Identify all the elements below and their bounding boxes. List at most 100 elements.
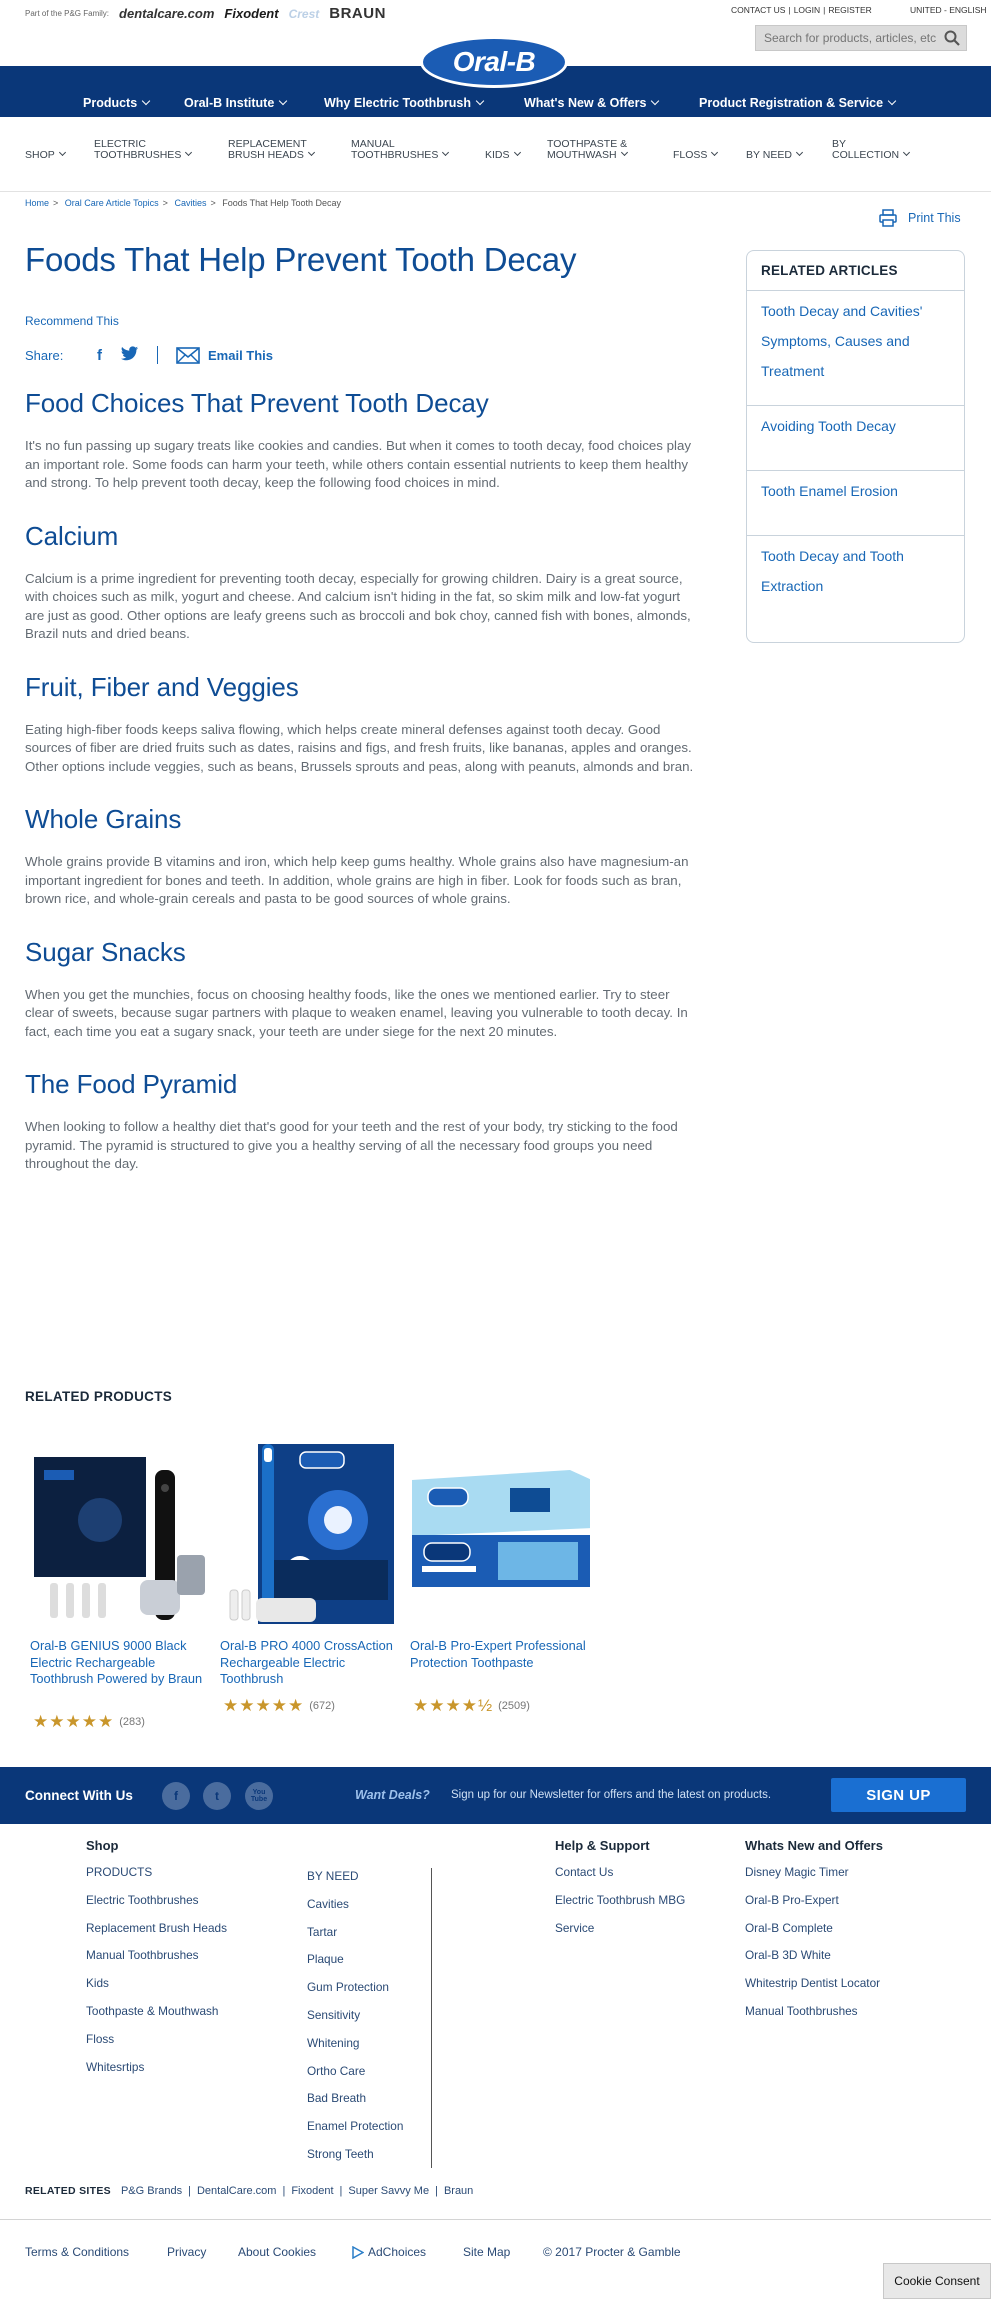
footer-link[interactable]: Floss (86, 2026, 227, 2054)
nav-product-registration[interactable]: Product Registration & Service (699, 96, 897, 110)
cookie-consent-button[interactable]: Cookie Consent (883, 2263, 991, 2299)
product-name[interactable]: Oral-B GENIUS 9000 Black Electric Rechar… (30, 1638, 210, 1688)
fixodent-logo[interactable]: Fixodent (224, 6, 278, 21)
footer-link[interactable]: Electric Toothbrushes (86, 1887, 227, 1915)
terms-link[interactable]: Terms & Conditions (25, 2245, 129, 2259)
product-image-genius[interactable] (30, 1440, 210, 1630)
product-image-pro-expert[interactable] (410, 1440, 592, 1630)
footer-link[interactable]: Kids (86, 1970, 227, 1998)
related-article-link[interactable]: Tooth Enamel Erosion (747, 471, 964, 536)
section-heading: Food Choices That Prevent Tooth Decay (25, 388, 489, 418)
breadcrumb-home[interactable]: Home (25, 198, 49, 208)
related-sites-label: RELATED SITES (25, 2185, 111, 2197)
related-article-link[interactable]: Tooth Decay and Tooth Extraction (747, 536, 964, 626)
product-image-pro4000[interactable] (220, 1440, 400, 1630)
cat-replacement-brush-heads[interactable]: REPLACEMENT BRUSH HEADS (228, 139, 315, 161)
footer-link[interactable]: PRODUCTS (86, 1859, 227, 1887)
footer-by-need-column: BY NEED Cavities Tartar Plaque Gum Prote… (307, 1863, 403, 2169)
footer-link[interactable]: Manual Toothbrushes (86, 1942, 227, 1970)
breadcrumb-article-topics[interactable]: Oral Care Article Topics (65, 198, 159, 208)
related-articles-panel: RELATED ARTICLES Tooth Decay and Cavitie… (746, 250, 965, 643)
nav-whats-new[interactable]: What's New & Offers (524, 96, 660, 110)
cat-toothpaste-mouthwash[interactable]: TOOTHPASTE & MOUTHWASH (547, 139, 628, 161)
email-share-link[interactable]: Email This (176, 346, 273, 364)
footer-link[interactable]: Manual Toothbrushes (745, 1998, 883, 2026)
recommend-link[interactable]: Recommend This (25, 314, 119, 328)
cat-electric-toothbrushes[interactable]: ELECTRIC TOOTHBRUSHES (94, 139, 193, 161)
product-name[interactable]: Oral-B Pro-Expert Professional Protectio… (410, 1638, 590, 1671)
search-input[interactable] (756, 26, 936, 50)
braun-logo[interactable]: BRAUN (329, 5, 386, 22)
footer-link[interactable]: Enamel Protection (307, 2113, 403, 2141)
cat-shop[interactable]: SHOP (25, 148, 66, 161)
related-site-link[interactable]: Super Savvy Me (348, 2185, 429, 2197)
footer-link[interactable]: Plaque (307, 1946, 403, 1974)
facebook-share-icon[interactable]: f (97, 347, 121, 364)
footer-link[interactable]: Oral-B 3D White (745, 1942, 883, 1970)
country-selector[interactable]: UNITED - ENGLISH (910, 5, 987, 15)
related-site-link[interactable]: P&G Brands (121, 2185, 182, 2197)
footer-link[interactable]: Toothpaste & Mouthwash (86, 1998, 227, 2026)
footer-link[interactable]: Cavities (307, 1891, 403, 1919)
envelope-icon (176, 346, 200, 364)
section-paragraph: Calcium is a prime ingredient for preven… (25, 570, 691, 642)
nav-oral-b-institute[interactable]: Oral-B Institute (184, 96, 288, 110)
cat-floss[interactable]: FLOSS (673, 148, 719, 161)
youtube-icon[interactable]: You Tube (245, 1782, 273, 1810)
footer-link[interactable]: Sensitivity (307, 2002, 403, 2030)
footer-link[interactable]: BY NEED (307, 1863, 403, 1891)
footer-link[interactable]: Oral-B Complete (745, 1915, 883, 1943)
contact-us-link[interactable]: CONTACT US (731, 5, 785, 15)
nav-why-electric[interactable]: Why Electric Toothbrush (324, 96, 485, 110)
footer-link[interactable]: Electric Toothbrush MBG (555, 1887, 685, 1915)
register-link[interactable]: REGISTER (828, 5, 871, 15)
footer-link[interactable]: Gum Protection (307, 1974, 403, 2002)
footer-link[interactable]: Disney Magic Timer (745, 1859, 883, 1887)
pg-family-bar: Part of the P&G Family: dentalcare.com F… (25, 5, 386, 22)
related-site-link[interactable]: Braun (444, 2185, 473, 2197)
footer-link[interactable]: Whitening (307, 2030, 403, 2058)
nav-products[interactable]: Products (83, 96, 151, 110)
footer-link[interactable]: Bad Breath (307, 2085, 403, 2113)
privacy-link[interactable]: Privacy (167, 2245, 206, 2259)
twitter-share-icon[interactable] (121, 346, 151, 364)
footer-link[interactable]: Contact Us (555, 1859, 685, 1887)
rating-stars: ★★★★½ (413, 1696, 494, 1715)
section-heading: The Food Pyramid (25, 1069, 238, 1099)
related-article-link[interactable]: Tooth Decay and Cavities' Symptoms, Caus… (747, 291, 964, 406)
print-button[interactable]: Print This (878, 208, 961, 228)
footer-link[interactable]: Ortho Care (307, 2058, 403, 2086)
footer-link[interactable]: Whitesrtips (86, 2054, 227, 2082)
related-article-link[interactable]: Avoiding Tooth Decay (747, 406, 964, 471)
search-icon[interactable] (944, 30, 960, 46)
product-card[interactable]: Oral-B GENIUS 9000 Black Electric Rechar… (30, 1440, 210, 1731)
adchoices-link[interactable]: AdChoices (352, 2245, 426, 2259)
login-link[interactable]: LOGIN (794, 5, 820, 15)
related-site-link[interactable]: Fixodent (291, 2185, 333, 2197)
facebook-icon[interactable]: f (162, 1782, 190, 1810)
cat-kids[interactable]: KIDS (485, 148, 521, 161)
section-heading: Sugar Snacks (25, 936, 186, 967)
cat-by-collection[interactable]: BY COLLECTION (832, 139, 911, 161)
footer-rule (0, 2219, 991, 2220)
cat-by-need[interactable]: BY NEED (746, 148, 803, 161)
related-site-link[interactable]: DentalCare.com (197, 2185, 276, 2197)
product-card[interactable]: Oral-B PRO 4000 CrossAction Rechargeable… (220, 1440, 400, 1715)
product-name[interactable]: Oral-B PRO 4000 CrossAction Rechargeable… (220, 1638, 400, 1688)
dentalcare-logo[interactable]: dentalcare.com (119, 6, 214, 21)
footer-link[interactable]: Oral-B Pro-Expert (745, 1887, 883, 1915)
footer-link[interactable]: Service (555, 1915, 685, 1943)
oral-b-logo[interactable]: Oral-B (420, 36, 568, 88)
cat-manual-toothbrushes[interactable]: MANUAL TOOTHBRUSHES (351, 139, 450, 161)
about-cookies-link[interactable]: About Cookies (238, 2245, 316, 2259)
footer-link[interactable]: Whitestrip Dentist Locator (745, 1970, 883, 1998)
twitter-icon[interactable]: t (203, 1782, 231, 1810)
breadcrumb-cavities[interactable]: Cavities (174, 198, 206, 208)
site-map-link[interactable]: Site Map (463, 2245, 510, 2259)
product-card[interactable]: Oral-B Pro-Expert Professional Protectio… (410, 1440, 592, 1715)
footer-link[interactable]: Strong Teeth (307, 2141, 403, 2169)
crest-logo[interactable]: Crest (289, 7, 320, 21)
footer-link[interactable]: Tartar (307, 1919, 403, 1947)
footer-link[interactable]: Replacement Brush Heads (86, 1915, 227, 1943)
signup-button[interactable]: SIGN UP (831, 1778, 966, 1812)
